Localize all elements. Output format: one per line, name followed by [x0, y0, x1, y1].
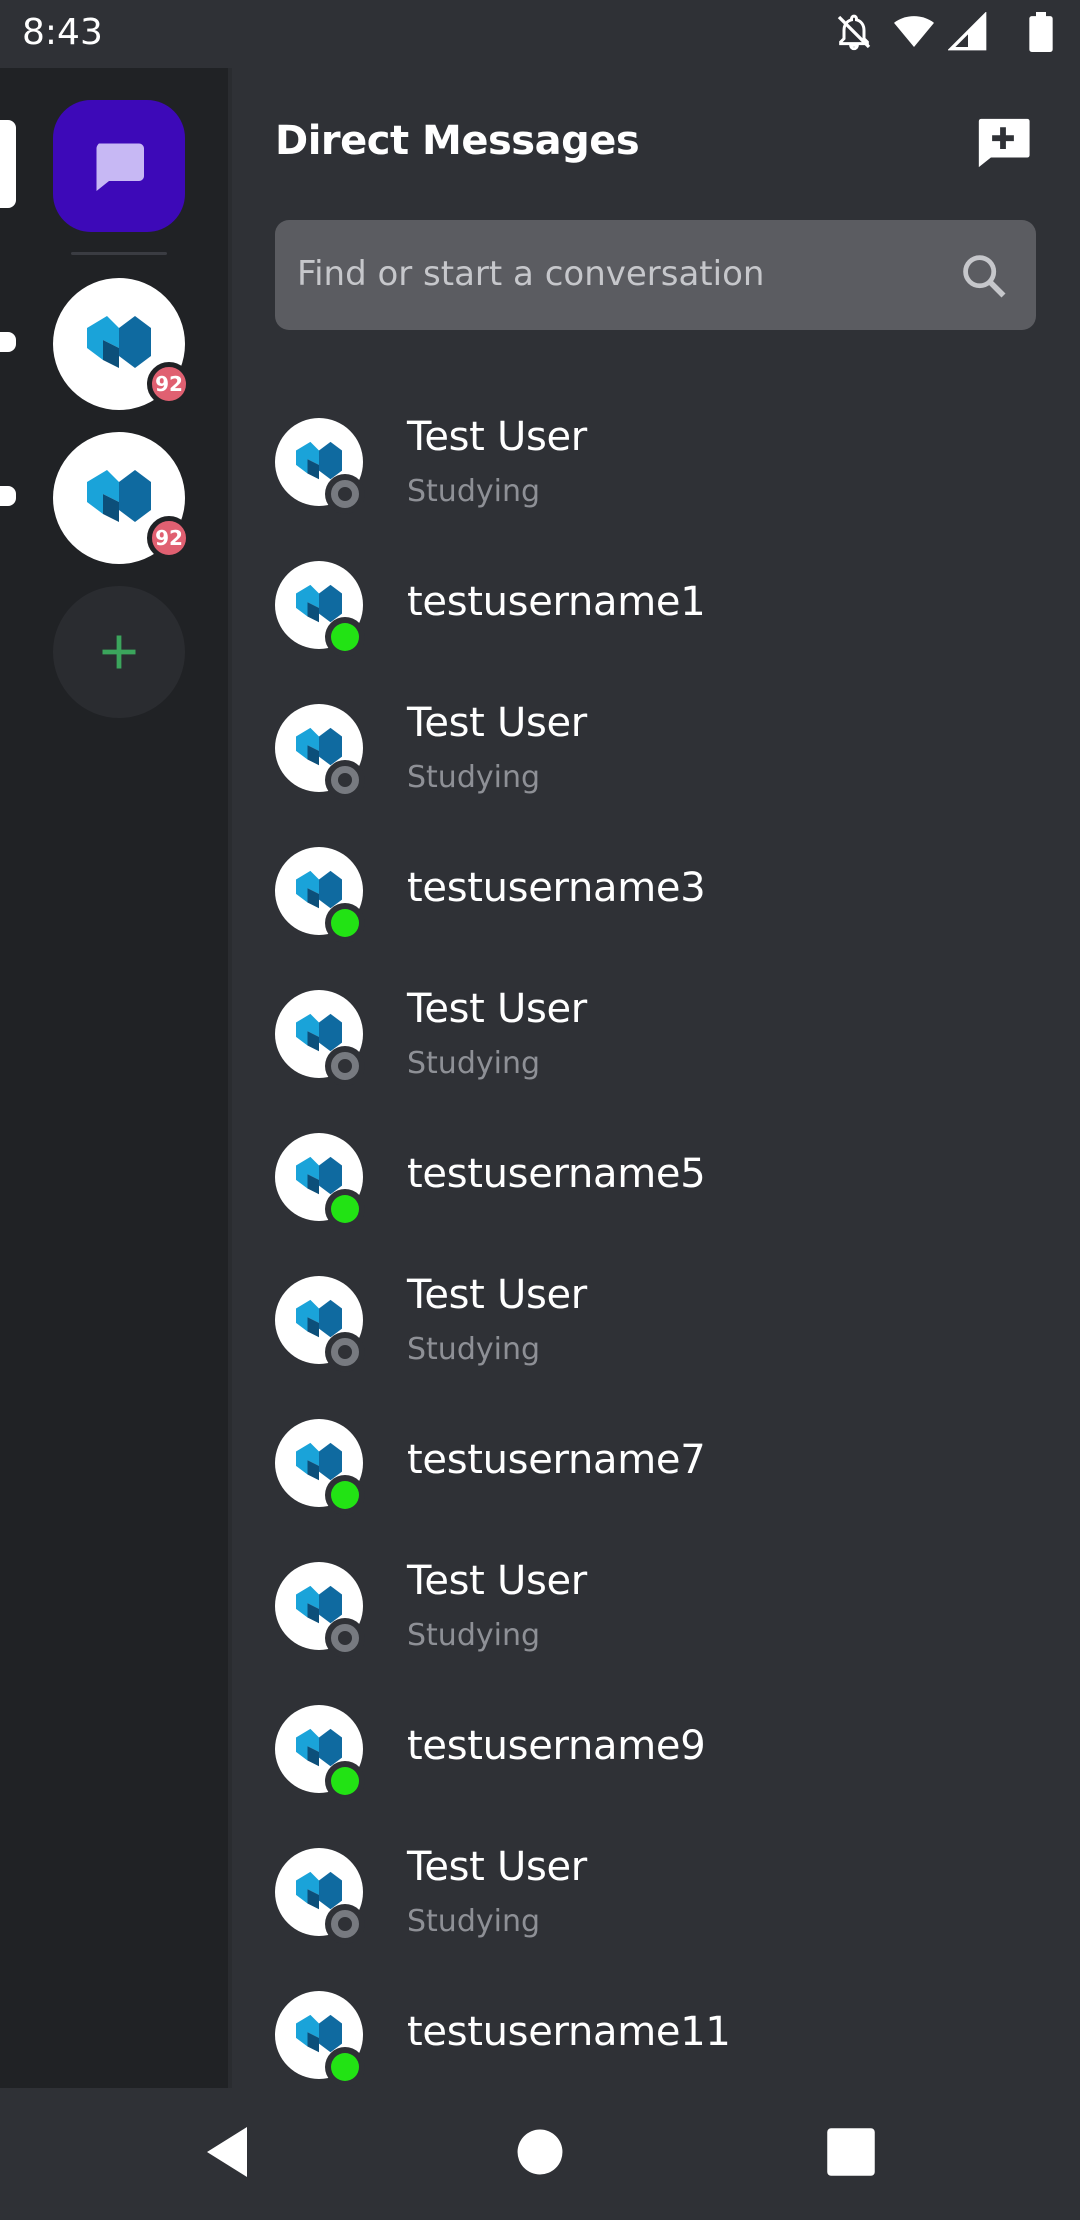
conversation-name: Test User: [407, 1272, 587, 1318]
plus-icon: [102, 635, 136, 669]
back-icon[interactable]: [202, 2124, 252, 2180]
conversation-row[interactable]: testusername1: [275, 555, 1055, 698]
selected-indicator: [0, 120, 16, 208]
signal-icon: [948, 12, 987, 51]
conversation-row[interactable]: testusername7: [275, 1413, 1055, 1556]
status-indicator: [325, 1904, 365, 1944]
conversation-name: Test User: [407, 700, 587, 746]
search-input[interactable]: Find or start a conversation: [275, 220, 1036, 330]
unread-indicator: [0, 332, 16, 352]
conversation-name: Test User: [407, 414, 587, 460]
status-indicator: [325, 474, 365, 514]
status-indicator: [325, 1189, 365, 1229]
wifi-icon: [894, 16, 934, 47]
server-icon-1[interactable]: 92: [53, 278, 191, 410]
page-title: Direct Messages: [275, 118, 640, 164]
avatar: [275, 990, 365, 1086]
rail-separator: [71, 252, 167, 255]
server-logo-icon: [87, 316, 151, 368]
avatar: [275, 1705, 365, 1801]
conversation-row[interactable]: testusername5: [275, 1127, 1055, 1270]
avatar: [275, 561, 365, 657]
avatar: [275, 1991, 365, 2087]
conversation-row[interactable]: Test User Studying: [275, 698, 1055, 841]
mention-badge: 92: [147, 362, 191, 406]
conversation-name: testusername3: [407, 865, 706, 911]
navigation-bar: [0, 2088, 1080, 2220]
conversation-activity: Studying: [407, 474, 541, 509]
conversation-row[interactable]: Test User Studying: [275, 1270, 1055, 1413]
conversation-name: testusername7: [407, 1437, 706, 1483]
status-indicator: [325, 760, 365, 800]
conversation-activity: Studying: [407, 1046, 541, 1081]
avatar: [275, 704, 365, 800]
chat-bubble-icon: [96, 143, 144, 191]
conversation-name: Test User: [407, 986, 587, 1032]
status-indicator: [325, 2047, 365, 2087]
status-indicator: [325, 1618, 365, 1658]
conversation-name: testusername9: [407, 1723, 706, 1769]
avatar: [275, 418, 365, 514]
add-server-button[interactable]: [53, 586, 185, 718]
conversation-activity: Studying: [407, 760, 541, 795]
conversation-activity: Studying: [407, 1332, 541, 1367]
status-indicator: [325, 1761, 365, 1801]
avatar: [275, 1133, 365, 1229]
recents-icon[interactable]: [826, 2124, 876, 2180]
conversation-row[interactable]: Test User Studying: [275, 1842, 1055, 1985]
status-indicator: [325, 617, 365, 657]
status-indicator: [325, 1046, 365, 1086]
conversation-activity: Studying: [407, 1618, 541, 1653]
status-indicator: [325, 1475, 365, 1515]
conversation-row[interactable]: testusername9: [275, 1699, 1055, 1842]
status-indicator: [325, 903, 365, 943]
new-message-icon[interactable]: [974, 116, 1032, 170]
avatar: [275, 1562, 365, 1658]
battery-icon: [1029, 12, 1053, 52]
avatar: [275, 1276, 365, 1372]
unread-indicator: [0, 486, 16, 506]
conversation-row[interactable]: Test User Studying: [275, 412, 1055, 555]
status-time: 8:43: [22, 12, 103, 53]
conversation-name: Test User: [407, 1558, 587, 1604]
conversation-name: testusername1: [407, 579, 706, 625]
conversation-name: testusername11: [407, 2009, 731, 2055]
dm-home-button[interactable]: [53, 100, 185, 232]
conversation-row[interactable]: Test User Studying: [275, 1556, 1055, 1699]
conversation-activity: Studying: [407, 1904, 541, 1939]
search-placeholder: Find or start a conversation: [297, 254, 765, 294]
home-icon[interactable]: [514, 2124, 566, 2180]
conversation-name: testusername5: [407, 1151, 706, 1197]
conversation-name: Test User: [407, 1844, 587, 1890]
status-indicator: [325, 1332, 365, 1372]
conversation-row[interactable]: Test User Studying: [275, 984, 1055, 1127]
avatar: [275, 1848, 365, 1944]
server-logo-icon: [87, 470, 151, 522]
server-icon-2[interactable]: 92: [53, 432, 191, 564]
rail-divider: [228, 68, 232, 2088]
notifications-off-icon: [837, 14, 871, 51]
mention-badge: 92: [147, 516, 191, 560]
avatar: [275, 1419, 365, 1515]
search-icon: [963, 255, 1006, 298]
avatar: [275, 847, 365, 943]
status-bar: 8:43: [0, 0, 1080, 68]
conversation-row[interactable]: testusername3: [275, 841, 1055, 984]
